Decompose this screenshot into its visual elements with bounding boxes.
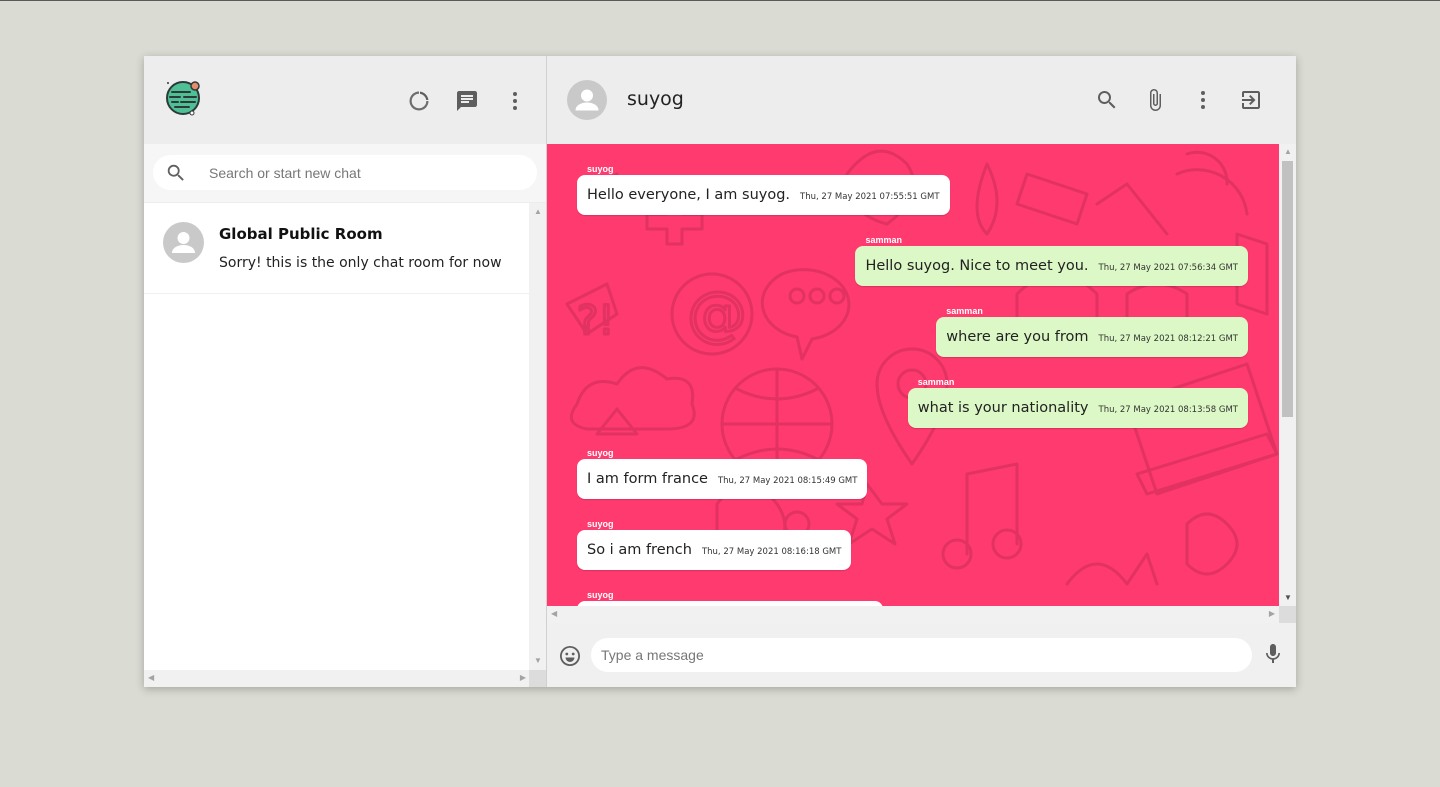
message-input[interactable] — [591, 638, 1252, 672]
chat-name: Global Public Room — [219, 225, 383, 243]
message-timestamp: Thu, 27 May 2021 08:16:18 GMT — [701, 546, 842, 557]
attach-icon — [1150, 89, 1161, 111]
chat-list: Global Public Room Sorry! this is the on… — [144, 203, 546, 687]
search-box — [153, 155, 537, 190]
scroll-up-arrow-icon[interactable]: ▲ — [1284, 148, 1292, 156]
status-button[interactable] — [404, 86, 434, 116]
message-text: where are you from — [946, 329, 1089, 345]
sidebar-header — [144, 56, 546, 144]
message[interactable]: samman where are you from Thu, 27 May 20… — [936, 306, 1248, 357]
scroll-down-arrow-icon[interactable]: ▼ — [1284, 594, 1292, 602]
user-avatar-icon — [575, 89, 599, 111]
sidebar-header-actions — [404, 86, 530, 116]
message-timestamp: Thu, 27 May 2021 08:12:21 GMT — [1098, 333, 1239, 344]
logout-button[interactable] — [1236, 85, 1266, 115]
sidebar-menu-button[interactable] — [500, 86, 530, 116]
sidebar: Global Public Room Sorry! this is the on… — [144, 56, 547, 687]
scroll-left-arrow-icon[interactable]: ◀ — [551, 610, 557, 618]
emoji-button[interactable] — [555, 641, 585, 671]
chat-last-message: Sorry! this is the only chat room for no… — [219, 255, 502, 271]
voice-message-button[interactable] — [1258, 639, 1288, 669]
status-icon — [409, 91, 429, 111]
messages-vertical-scrollbar[interactable]: ▲ ▼ — [1279, 144, 1296, 606]
message-text: I am form france — [587, 471, 708, 487]
message-text: So i am french — [587, 542, 692, 558]
message-sender: suyog — [587, 164, 614, 174]
search-container — [144, 144, 546, 203]
composer — [547, 623, 1296, 687]
new-chat-button[interactable] — [452, 86, 482, 116]
scroll-right-arrow-icon[interactable]: ▶ — [520, 674, 526, 682]
message[interactable]: suyog I am form france Thu, 27 May 2021 … — [577, 448, 868, 499]
message-timestamp: Thu, 27 May 2021 08:15:49 GMT — [717, 475, 858, 486]
chat-header-actions — [1092, 85, 1266, 115]
message-sender: samman — [917, 377, 955, 387]
menu-dots-icon — [1201, 91, 1205, 109]
scroll-up-arrow-icon[interactable]: ▲ — [534, 208, 542, 216]
search-messages-button[interactable] — [1092, 85, 1122, 115]
message-sender: samman — [865, 235, 902, 245]
message-bubble: where are you from Thu, 27 May 2021 08:1… — [936, 317, 1248, 357]
menu-dots-icon — [513, 92, 517, 110]
new-chat-icon — [457, 91, 477, 111]
user-avatar-icon — [172, 232, 195, 253]
search-icon — [1098, 91, 1116, 109]
message-bubble: Hello everyone, I am suyog. Thu, 27 May … — [577, 175, 950, 215]
messages-horizontal-scrollbar[interactable]: ◀ ▶ — [547, 606, 1279, 623]
scroll-down-arrow-icon[interactable]: ▼ — [534, 657, 542, 665]
chat-list-item[interactable]: Global Public Room Sorry! this is the on… — [144, 203, 530, 294]
chat-panel: suyog @ ?! suyog Hello everyone, I am su… — [547, 56, 1296, 687]
scrollbar-thumb[interactable] — [1282, 161, 1293, 417]
chat-menu-button[interactable] — [1188, 85, 1218, 115]
message[interactable]: samman Hello suyog. Nice to meet you. Th… — [855, 235, 1248, 286]
scroll-left-arrow-icon[interactable]: ◀ — [148, 674, 154, 682]
message-bubble: Hello suyog. Nice to meet you. Thu, 27 M… — [855, 246, 1248, 286]
message-sender: suyog — [587, 519, 614, 529]
message-bubble: what is your nationality Thu, 27 May 202… — [907, 388, 1248, 428]
sidebar-vertical-scrollbar[interactable]: ▲ ▼ — [529, 203, 546, 670]
mic-icon — [1266, 644, 1280, 663]
message-text: Hello suyog. Nice to meet you. — [865, 258, 1089, 274]
chat-title: suyog — [627, 88, 684, 110]
message-text: what is your nationality — [917, 400, 1089, 416]
avatar — [163, 222, 204, 263]
message[interactable]: suyog So i am french Thu, 27 May 2021 08… — [577, 519, 852, 570]
search-input[interactable] — [209, 164, 509, 181]
chat-messages-area: @ ?! suyog Hello everyone, I am suyog. T… — [547, 144, 1296, 623]
scrollbar-corner — [1279, 606, 1296, 623]
logout-icon — [1242, 91, 1260, 109]
message-bubble: So i am french Thu, 27 May 2021 08:16:18… — [577, 530, 852, 570]
emoji-icon — [560, 646, 580, 666]
chat-header: suyog — [547, 56, 1296, 144]
message[interactable]: samman what is your nationality Thu, 27 … — [907, 377, 1248, 428]
attach-button[interactable] — [1140, 85, 1170, 115]
chat-app: Global Public Room Sorry! this is the on… — [144, 56, 1296, 687]
message-timestamp: Thu, 27 May 2021 07:56:34 GMT — [1098, 262, 1239, 273]
message-sender: suyog — [587, 590, 614, 600]
message-timestamp: Thu, 27 May 2021 08:13:58 GMT — [1098, 404, 1239, 415]
app-logo[interactable] — [165, 78, 203, 116]
scroll-right-arrow-icon[interactable]: ▶ — [1269, 610, 1275, 618]
search-icon — [167, 164, 184, 181]
sidebar-horizontal-scrollbar[interactable]: ◀ ▶ — [144, 670, 530, 687]
message-sender: suyog — [587, 448, 614, 458]
message-sender: samman — [946, 306, 983, 316]
scrollbar-corner — [529, 670, 546, 687]
message-bubble: I am form france Thu, 27 May 2021 08:15:… — [577, 459, 868, 499]
avatar[interactable] — [567, 80, 607, 120]
message[interactable]: suyog Hello everyone, I am suyog. Thu, 2… — [577, 164, 950, 215]
message-text: Hello everyone, I am suyog. — [587, 187, 791, 203]
message-list: suyog Hello everyone, I am suyog. Thu, 2… — [547, 144, 1279, 606]
message-timestamp: Thu, 27 May 2021 07:55:51 GMT — [800, 191, 940, 202]
